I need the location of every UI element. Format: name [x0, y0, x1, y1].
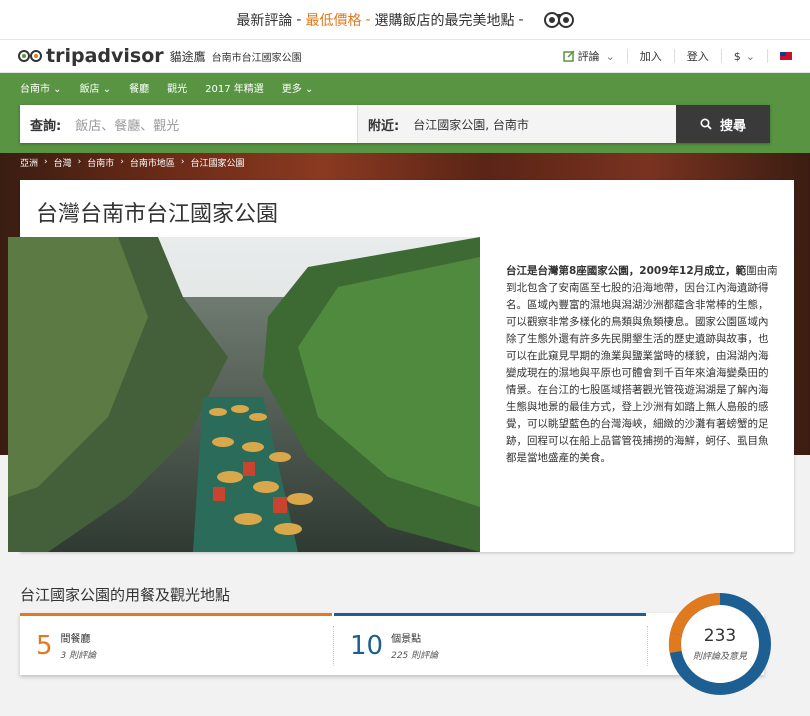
breadcrumb-item[interactable]: 亞洲	[20, 156, 38, 169]
main-nav: 台南市 ⌄ 飯店 ⌄ 餐廳 觀光 2017 年精選 更多 ⌄	[0, 73, 810, 101]
owl-logo-icon	[543, 11, 574, 29]
header-location: 台南市台江國家公園	[211, 52, 302, 64]
write-review-button[interactable]: 評論 ⌄	[562, 48, 615, 64]
breadcrumb: 亞洲 › 台灣 › 台南市 › 台南市地區 › 台江國家公園	[20, 156, 245, 169]
owl-eyes-icon	[18, 49, 42, 63]
nav-item-restaurants[interactable]: 餐廳	[129, 80, 149, 95]
breadcrumb-item[interactable]: 台南市	[87, 156, 114, 169]
chevron-down-icon: ⌄	[745, 49, 755, 63]
nav-item-best-2017[interactable]: 2017 年精選	[205, 80, 264, 95]
breadcrumb-item[interactable]: 台南市地區	[130, 156, 175, 169]
breadcrumb-current: 台江國家公園	[190, 158, 245, 169]
promo-text-location: 選購飯店的最完美地點	[374, 12, 515, 29]
section-title: 台江國家公園的用餐及觀光地點	[20, 586, 231, 604]
promo-text-prices: 最低價格	[305, 12, 362, 29]
search-input[interactable]: 飯店、餐廳、觀光	[75, 115, 179, 134]
nav-item-city[interactable]: 台南市 ⌄	[20, 80, 62, 95]
breadcrumb-item[interactable]: 台灣	[54, 156, 72, 169]
search-bar: 查詢: 飯店、餐廳、觀光 附近: 台江國家公園, 台南市 搜尋	[20, 105, 770, 143]
park-description: 台江是台灣第8座國家公園，2009年12月成立，範圍由南到北包含了安南區至七股的…	[506, 265, 778, 464]
park-photo	[8, 237, 480, 552]
currency-selector[interactable]: $ ⌄	[734, 50, 755, 63]
total-reviews-count: 233	[703, 626, 737, 646]
total-reviews-label: 則評論及意見	[692, 652, 747, 662]
restaurants-reviews: 3 則評論	[60, 651, 97, 661]
promo-banner: 最新評論 - 最低價格 - 選購飯店的最完美地點 -	[0, 0, 810, 40]
search-near-field[interactable]: 附近: 台江國家公園, 台南市	[358, 105, 676, 143]
site-header: tripadvisor 貓途鷹 台南市台江國家公園 評論 ⌄ 加入 登入 $ ⌄	[0, 40, 810, 73]
attractions-reviews: 225 則評論	[391, 651, 439, 661]
attractions-stat[interactable]: 10 個景點 225 則評論	[334, 613, 648, 675]
nav-item-attractions[interactable]: 觀光	[167, 80, 187, 95]
stats-row: 5 間餐廳 3 則評論 10 個景點 225 則評論	[20, 613, 764, 675]
total-reviews[interactable]: 233 則評論及意見	[662, 586, 778, 702]
attractions-label: 個景點	[391, 634, 422, 645]
chevron-down-icon: ⌄	[605, 49, 615, 63]
join-link[interactable]: 加入	[640, 48, 662, 64]
restaurants-count: 5	[36, 630, 53, 661]
search-button[interactable]: 搜尋	[676, 105, 770, 143]
tripadvisor-logo[interactable]: tripadvisor	[18, 45, 164, 67]
near-input[interactable]: 台江國家公園, 台南市	[413, 116, 529, 133]
search-query-field[interactable]: 查詢: 飯店、餐廳、觀光	[20, 105, 358, 143]
nav-item-hotels[interactable]: 飯店 ⌄	[80, 80, 112, 95]
taiwan-flag-icon[interactable]	[780, 52, 792, 60]
restaurants-label: 間餐廳	[60, 634, 91, 645]
brand-chinese-name: 貓途鷹	[169, 49, 206, 64]
login-link[interactable]: 登入	[687, 48, 709, 64]
restaurants-stat[interactable]: 5 間餐廳 3 則評論	[20, 613, 334, 675]
page-title: 台灣台南市台江國家公園	[36, 202, 279, 227]
promo-text-reviews: 最新評論	[236, 12, 293, 29]
search-icon	[700, 118, 712, 130]
edit-icon	[562, 50, 575, 62]
attractions-count: 10	[350, 630, 384, 661]
nav-item-more[interactable]: 更多 ⌄	[282, 80, 314, 95]
